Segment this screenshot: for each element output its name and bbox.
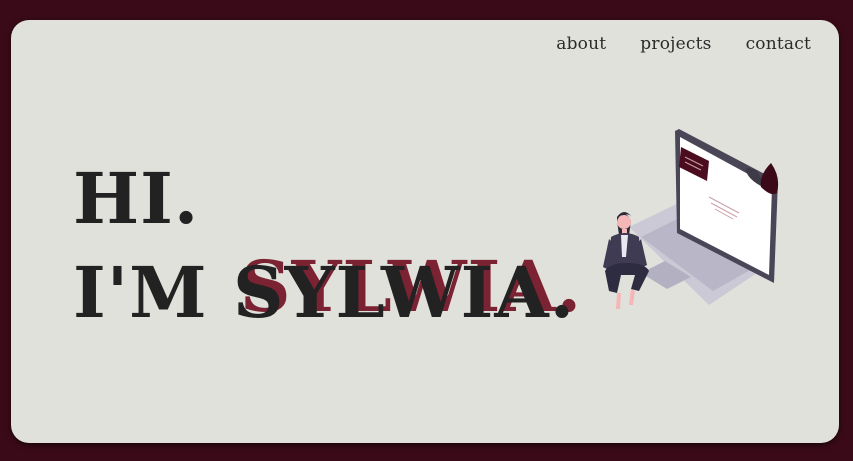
woman-with-laptop-illustration (603, 129, 779, 309)
nav-projects-link[interactable]: projects (640, 34, 711, 54)
top-nav: about projects contact (556, 34, 811, 54)
nav-contact-link[interactable]: contact (746, 34, 811, 54)
hero-line-name: I'M SYLWIA. SYLWIA. (73, 245, 581, 340)
hero-line-greeting: HI. (73, 157, 200, 240)
hero-heading: HI. I'M SYLWIA. SYLWIA. (73, 152, 581, 340)
hero-name: SYLWIA. SYLWIA. (233, 245, 581, 340)
hero-prefix: I'M (73, 251, 234, 334)
hero-name-text: SYLWIA. (233, 251, 576, 334)
main-card: about projects contact HI. I'M SYLWIA. SY… (11, 20, 839, 443)
nav-about-link[interactable]: about (556, 34, 606, 54)
